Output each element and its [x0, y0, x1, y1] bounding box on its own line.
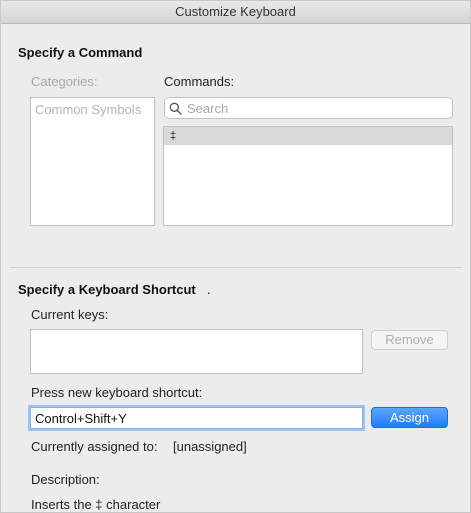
assigned-to-label: Currently assigned to: — [31, 439, 158, 454]
assign-button[interactable]: Assign — [371, 407, 448, 428]
title-trailing-dot: . — [207, 282, 211, 297]
command-section-title: Specify a Command — [18, 45, 143, 60]
description-text: Inserts the ‡ character — [31, 497, 161, 512]
categories-label: Categories: — [31, 74, 98, 89]
search-input[interactable] — [182, 100, 427, 116]
new-shortcut-label: Press new keyboard shortcut: — [31, 385, 203, 400]
current-keys-label: Current keys: — [31, 307, 109, 322]
assigned-to-value: [unassigned] — [173, 439, 247, 454]
category-item-common-symbols[interactable]: Common Symbols — [31, 98, 154, 121]
window-title: Customize Keyboard — [1, 1, 470, 24]
shortcut-section-title: Specify a Keyboard Shortcut — [18, 282, 196, 297]
commands-label: Commands: — [164, 74, 235, 89]
command-item-double-dagger[interactable]: ‡ — [164, 127, 452, 145]
search-icon — [169, 102, 182, 115]
customize-keyboard-dialog: Customize Keyboard Specify a Command Cat… — [0, 0, 471, 513]
current-keys-list[interactable] — [30, 329, 363, 374]
remove-button[interactable]: Remove — [371, 330, 448, 350]
categories-list[interactable]: Common Symbols — [30, 97, 155, 226]
description-label: Description: — [31, 472, 100, 487]
command-search-field[interactable] — [164, 97, 453, 119]
commands-list[interactable]: ‡ — [163, 126, 453, 226]
section-divider — [10, 267, 462, 268]
new-shortcut-field[interactable] — [30, 407, 363, 429]
